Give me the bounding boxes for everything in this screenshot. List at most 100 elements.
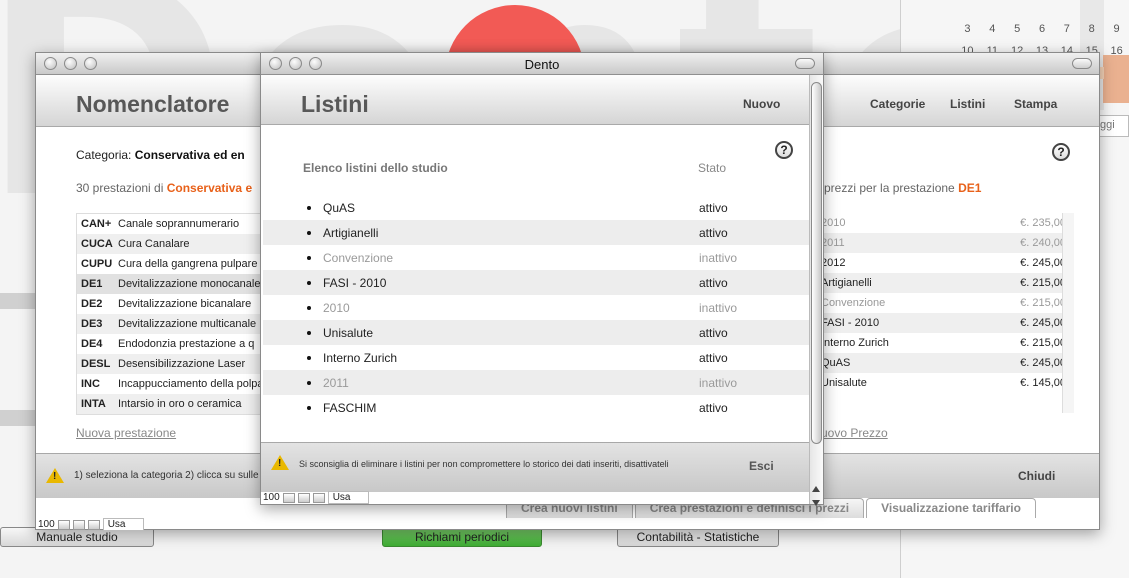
scroll-up-icon[interactable] [812, 486, 820, 492]
listino-name: FASCHIM [323, 400, 377, 415]
price-listino: Interno Zurich [821, 337, 889, 349]
toolbar-toggle-icon[interactable] [795, 58, 815, 69]
procedure-code: INC [81, 378, 100, 390]
category-select[interactable]: Conservativa ed en [135, 148, 245, 162]
procedure-name: Devitalizzazione bicanalare [118, 298, 252, 310]
header: Listini Nuovo [261, 75, 809, 125]
listino-state: attivo [699, 225, 728, 240]
listino-row[interactable]: 2011 inattivo [263, 370, 809, 395]
prices-scrollbar[interactable] [1062, 213, 1074, 413]
listino-row[interactable]: Convenzione inattivo [263, 245, 809, 270]
price-row[interactable]: 2012 €. 245,00 [821, 253, 1070, 273]
procedure-code: CUPU [81, 258, 113, 270]
count-category: Conservativa e [166, 181, 253, 195]
procedure-row[interactable]: CUPU Cura della gangrena pulpare [77, 254, 265, 274]
procedure-name: Incappucciamento della polpa [118, 378, 264, 390]
background-divider [0, 410, 36, 426]
listino-name: 2010 [323, 300, 350, 315]
calendar-week-row: 3456789 [955, 18, 1129, 40]
procedure-name: Cura Canalare [118, 238, 190, 250]
zoom-level[interactable]: 100 [38, 519, 55, 530]
procedure-row[interactable]: CUCA Cura Canalare [77, 234, 265, 254]
calendar-search-input[interactable]: ggi [1097, 115, 1129, 137]
calendar-day[interactable]: 4 [980, 23, 1005, 35]
new-procedure-link[interactable]: Nuova prestazione [76, 426, 176, 440]
bullet-icon [307, 330, 311, 335]
zoom-in-icon[interactable] [297, 492, 310, 503]
calendar-day[interactable]: 5 [1005, 23, 1030, 35]
listino-row[interactable]: FASCHIM attivo [263, 395, 809, 420]
listino-name: Interno Zurich [323, 350, 398, 365]
procedure-row[interactable]: DE1 Devitalizzazione monocanale [77, 274, 265, 294]
listino-state: attivo [699, 275, 728, 290]
minimize-window-icon[interactable] [64, 57, 77, 70]
procedures-count: 30 prestazioni di Conservativa e [76, 181, 252, 195]
calendar-day[interactable]: 9 [1104, 23, 1129, 35]
chiudi-button[interactable]: Chiudi [1018, 469, 1055, 483]
categorie-link[interactable]: Categorie [870, 97, 925, 111]
scroll-down-icon[interactable] [812, 500, 820, 506]
calendar-day[interactable]: 7 [1054, 23, 1079, 35]
listino-state: attivo [699, 350, 728, 365]
language-select[interactable]: Usa [327, 491, 370, 504]
zoom-in-icon[interactable] [72, 519, 85, 530]
procedure-row[interactable]: INTA Intarsio in oro o ceramica [77, 394, 265, 414]
procedure-row[interactable]: DE2 Devitalizzazione bicanalare [77, 294, 265, 314]
toolbar-toggle-icon[interactable] [1072, 58, 1092, 69]
procedure-row[interactable]: INC Incappucciamento della polpa [77, 374, 265, 394]
listino-state: inattivo [699, 300, 738, 315]
price-listino: Convenzione [821, 297, 886, 309]
tab-visualizzazione[interactable]: Visualizzazione tariffario [866, 498, 1036, 518]
listino-row[interactable]: Artigianelli attivo [263, 220, 809, 245]
price-listino: 2012 [821, 257, 846, 269]
layout-icon[interactable] [87, 519, 100, 530]
close-window-icon[interactable] [44, 57, 57, 70]
listino-row[interactable]: Interno Zurich attivo [263, 345, 809, 370]
language-select[interactable]: Usa [102, 518, 145, 531]
scroll-thumb[interactable] [811, 82, 822, 444]
listino-row[interactable]: FASI - 2010 attivo [263, 270, 809, 295]
price-row[interactable]: Artigianelli €. 215,00 [821, 273, 1070, 293]
calendar-day[interactable]: 3 [955, 23, 980, 35]
vertical-scrollbar[interactable] [809, 75, 823, 506]
price-row[interactable]: Convenzione €. 215,00 [821, 293, 1070, 313]
price-value: €. 215,00 [1020, 297, 1066, 309]
listini-link[interactable]: Listini [950, 97, 985, 111]
layout-icon[interactable] [312, 492, 325, 503]
new-price-link[interactable]: uovo Prezzo [821, 426, 888, 440]
price-row[interactable]: Unisalute €. 145,00 [821, 373, 1070, 393]
price-value: €. 245,00 [1020, 257, 1066, 269]
procedure-row[interactable]: DESL Desensibilizzazione Laser [77, 354, 265, 374]
zoom-bar: 100 Usa [38, 517, 145, 532]
price-row[interactable]: Interno Zurich €. 215,00 [821, 333, 1070, 353]
price-row[interactable]: 2010 €. 235,00 [821, 213, 1070, 233]
listino-state: inattivo [699, 375, 738, 390]
calendar-day[interactable]: 6 [1030, 23, 1055, 35]
procedure-row[interactable]: DE3 Devitalizzazione multicanale [77, 314, 265, 334]
price-row[interactable]: 2011 €. 240,00 [821, 233, 1070, 253]
listino-row[interactable]: 2010 inattivo [263, 295, 809, 320]
warning-icon [271, 455, 289, 470]
listino-row[interactable]: Unisalute attivo [263, 320, 809, 345]
prices-prefix: prezzi per la prestazione [824, 181, 955, 195]
zoom-bar: 100 Usa [263, 490, 370, 505]
zoom-out-icon[interactable] [282, 492, 295, 503]
esci-button[interactable]: Esci [749, 459, 774, 473]
zoom-level[interactable]: 100 [263, 492, 280, 503]
contabilita-statistiche-button[interactable]: Contabilità - Statistiche [617, 527, 779, 547]
richiami-periodici-button[interactable]: Richiami periodici [382, 527, 542, 547]
zoom-window-icon[interactable] [84, 57, 97, 70]
help-icon[interactable]: ? [1052, 143, 1070, 161]
listino-row[interactable]: QuAS attivo [263, 195, 809, 220]
help-icon[interactable]: ? [775, 141, 793, 159]
warning-icon [46, 468, 64, 483]
procedure-row[interactable]: DE4 Endodonzia prestazione a q [77, 334, 265, 354]
nuovo-button[interactable]: Nuovo [743, 97, 780, 111]
calendar-day[interactable]: 16 [1104, 45, 1129, 57]
procedure-row[interactable]: CAN+ Canale soprannumerario [77, 214, 265, 234]
zoom-out-icon[interactable] [57, 519, 70, 530]
calendar-day[interactable]: 8 [1079, 23, 1104, 35]
price-row[interactable]: FASI - 2010 €. 245,00 [821, 313, 1070, 333]
stampa-link[interactable]: Stampa [1014, 97, 1057, 111]
price-row[interactable]: QuAS €. 245,00 [821, 353, 1070, 373]
